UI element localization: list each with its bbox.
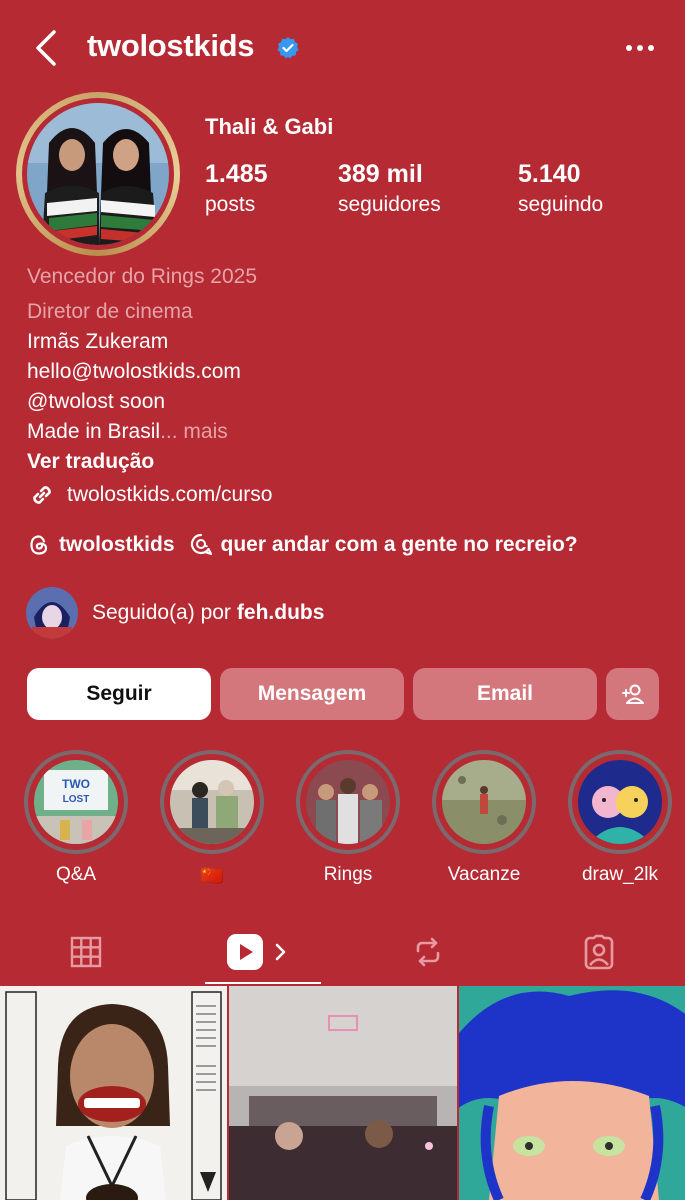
tagged-person-icon [584,934,613,970]
suggest-users-button[interactable] [606,668,659,720]
profile-full-name: Thali & Gabi [205,114,334,139]
svg-text:LOST: LOST [63,794,90,805]
profile-header: twolostkids [0,0,685,96]
profile-tabs [0,920,685,984]
highlight-qa[interactable]: TWO LOST Q&A [21,750,131,886]
stat-posts[interactable]: 1.485 posts [205,160,268,217]
tab-reposts[interactable] [342,920,513,984]
highlight-label: Rings [323,864,373,885]
highlight-cover: TWO LOST [34,760,118,844]
follower-avatar [26,587,78,639]
verified-badge-icon [277,37,299,59]
add-person-icon [621,684,644,704]
bio-mention[interactable]: @twolost soon [27,390,165,414]
follow-button[interactable]: Seguir [27,668,211,720]
chevron-left-icon[interactable] [30,28,64,68]
avatar-frame [22,98,174,250]
highlight-cover [306,760,390,844]
bio-last-line: Made in Brasil... mais [27,420,228,444]
stat-followers-label: seguidores [338,193,441,216]
reels-grid [0,986,685,1200]
stat-followers-value: 389 mil [338,160,423,188]
threads-handle[interactable]: twolostkids [59,533,175,557]
grid-icon [70,936,101,968]
grid-item[interactable] [459,986,685,1200]
threads-note[interactable]: quer andar com a gente no recreio? [221,533,578,557]
more-horizontal-icon[interactable] [624,38,656,58]
stat-followers[interactable]: 389 mil seguidores [338,160,441,217]
highlight-ring [568,750,672,854]
highlight-label: 🇨🇳 [200,866,224,887]
repost-icon [416,937,439,967]
followed-by-user[interactable]: feh.dubs [237,601,325,625]
bio-more-link[interactable]: mais [178,420,227,443]
bio-line: Irmãs Zukeram [27,330,169,353]
avatar-photo [27,103,169,245]
profile-avatar[interactable] [16,92,180,256]
highlight-label: Q&A [55,864,97,885]
highlight-cover [170,760,254,844]
highlight-ring [296,750,400,854]
highlight-cover [578,760,662,844]
stat-following-value: 5.140 [518,160,581,188]
grid-item[interactable] [229,986,457,1200]
highlight-ring: TWO LOST [24,750,128,854]
reels-icon [226,934,263,970]
stat-following[interactable]: 5.140 seguindo [518,160,603,217]
followed-by-prefix: Seguido(a) por [92,601,231,624]
bio-external-link[interactable]: twolostkids.com/curso [27,480,272,510]
stat-following-label: seguindo [518,193,604,216]
highlight-cover [442,760,526,844]
email-button[interactable]: Email [413,668,597,720]
chevron-right-icon [275,943,285,961]
threads-icon[interactable] [27,533,51,557]
threads-row: twolostkids quer andar com a gente no re… [27,530,578,560]
message-button[interactable]: Mensagem [220,668,404,720]
tab-reels[interactable] [171,920,342,984]
link-text: twolostkids.com/curso [67,483,273,506]
link-icon [33,486,51,504]
translate-link[interactable]: Ver tradução [27,450,154,474]
grid-item[interactable] [0,986,227,1200]
bio-award: Vencedor do Rings 2025 [27,265,258,288]
bio-ellipsis: ... [160,420,178,443]
bio-email[interactable]: hello@twolostkids.com [27,360,241,384]
svg-text:TWO: TWO [62,777,90,791]
highlight-draw[interactable]: draw_2lk [565,750,675,886]
bio-last-text: Made in Brasil [27,420,161,443]
highlight-label: draw_2lk [581,864,659,885]
stat-posts-value: 1.485 [205,160,268,188]
highlight-vacanze[interactable]: Vacanze [429,750,539,886]
highlight-china[interactable]: 🇨🇳 [157,750,267,888]
highlight-rings[interactable]: Rings [293,750,403,886]
active-tab-indicator [205,982,321,984]
highlight-ring [432,750,536,854]
bio-category: Diretor de cinema [27,300,193,323]
threads-note-icon [190,533,212,556]
highlight-ring [160,750,264,854]
followed-by[interactable]: Seguido(a) por feh.dubs [26,586,324,640]
stat-posts-label: posts [205,193,256,216]
highlight-label: Vacanze [447,864,521,885]
profile-username: twolostkids [87,28,255,63]
tab-tagged[interactable] [513,920,684,984]
tab-posts-grid[interactable] [0,920,171,984]
